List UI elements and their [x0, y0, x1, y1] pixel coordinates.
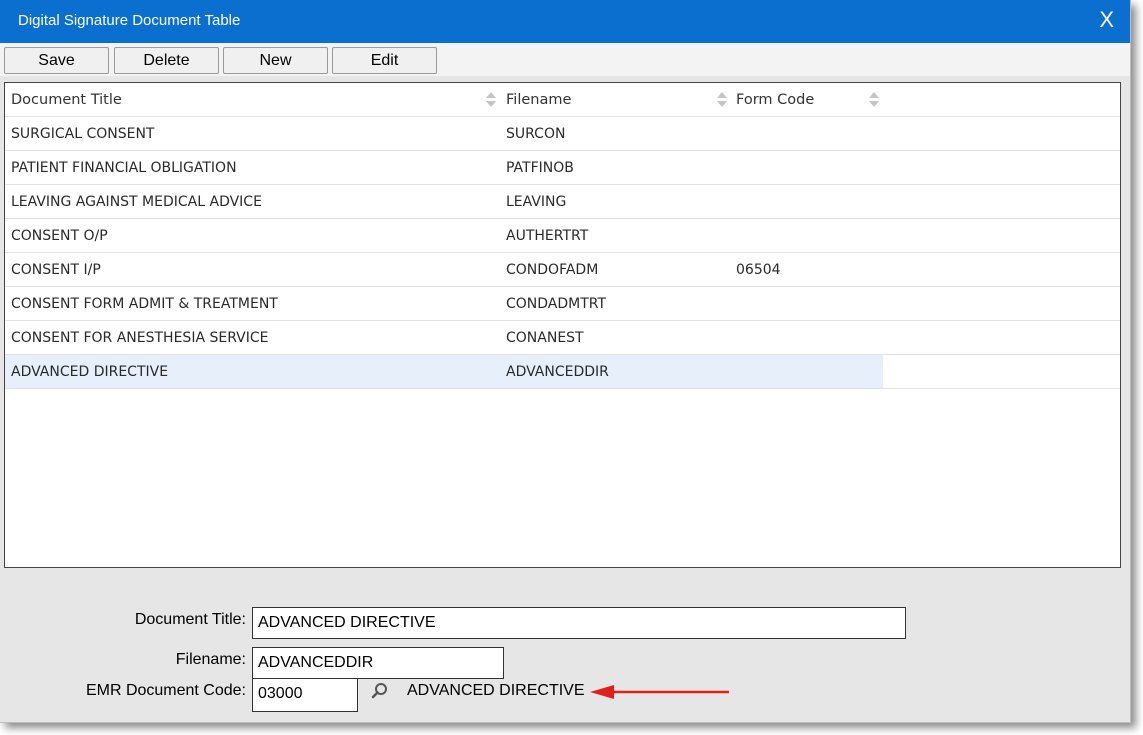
cell-document-title: CONSENT FOR ANESTHESIA SERVICE: [11, 330, 269, 346]
cell-filename: CONANEST: [506, 330, 584, 346]
dialog-window: Digital Signature Document Table X Save …: [0, 0, 1131, 723]
table-row[interactable]: CONSENT I/P CONDOFADM 06504: [5, 253, 1120, 287]
document-title-label: Document Title:: [134, 611, 246, 628]
delete-button[interactable]: Delete: [114, 47, 219, 74]
cell-filename: PATFINOB: [506, 160, 574, 176]
cell-document-title: PATIENT FINANCIAL OBLIGATION: [11, 160, 237, 176]
cell-filename: LEAVING: [506, 194, 567, 210]
cell-filename: CONDADMTRT: [506, 296, 607, 312]
emr-document-code-description: ADVANCED DIRECTIVE: [407, 682, 585, 699]
filename-label: Filename:: [175, 651, 246, 668]
cell-document-title: CONSENT I/P: [11, 262, 101, 278]
table-row-selected[interactable]: ADVANCED DIRECTIVE ADVANCEDDIR: [5, 355, 1120, 389]
save-button[interactable]: Save: [4, 47, 109, 74]
table-row[interactable]: LEAVING AGAINST MEDICAL ADVICE LEAVING: [5, 185, 1120, 219]
cell-filename: ADVANCEDDIR: [506, 364, 609, 380]
column-header-filename[interactable]: Filename: [506, 83, 571, 117]
document-table: Document Title Filename Form Code SURGIC…: [4, 82, 1121, 568]
column-header-document-title[interactable]: Document Title: [11, 83, 122, 117]
emr-document-code-label: EMR Document Code:: [85, 682, 246, 699]
cell-form-code: 06504: [736, 262, 781, 278]
sort-icon[interactable]: [486, 92, 496, 108]
cell-filename: SURCON: [506, 126, 566, 142]
cell-document-title: CONSENT O/P: [11, 228, 108, 244]
cell-filename: AUTHERTRT: [506, 228, 589, 244]
table-row[interactable]: CONSENT FORM ADMIT & TREATMENT CONDADMTR…: [5, 287, 1120, 321]
table-row[interactable]: PATIENT FINANCIAL OBLIGATION PATFINOB: [5, 151, 1120, 185]
filename-input[interactable]: ADVANCEDDIR: [252, 647, 504, 679]
title-bar: Digital Signature Document Table X: [0, 0, 1130, 43]
table-row[interactable]: SURGICAL CONSENT SURCON: [5, 117, 1120, 151]
table-row[interactable]: CONSENT FOR ANESTHESIA SERVICE CONANEST: [5, 321, 1120, 355]
cell-document-title: ADVANCED DIRECTIVE: [11, 364, 169, 380]
table-header: Document Title Filename Form Code: [5, 83, 1120, 117]
document-title-input[interactable]: ADVANCED DIRECTIVE: [252, 607, 906, 639]
window-title: Digital Signature Document Table: [18, 12, 241, 29]
red-arrow-icon: [588, 682, 733, 702]
edit-button[interactable]: Edit: [332, 47, 437, 74]
close-button[interactable]: X: [1099, 7, 1114, 33]
toolbar: Save Delete New Edit: [0, 43, 1130, 76]
cell-document-title: CONSENT FORM ADMIT & TREATMENT: [11, 296, 278, 312]
column-header-form-code[interactable]: Form Code: [736, 83, 814, 117]
emr-document-code-input[interactable]: 03000: [252, 678, 358, 712]
new-button[interactable]: New: [223, 47, 328, 74]
cell-document-title: SURGICAL CONSENT: [11, 126, 155, 142]
table-row[interactable]: CONSENT O/P AUTHERTRT: [5, 219, 1120, 253]
search-icon[interactable]: [370, 681, 390, 701]
sort-icon[interactable]: [717, 92, 727, 108]
cell-document-title: LEAVING AGAINST MEDICAL ADVICE: [11, 194, 262, 210]
sort-icon[interactable]: [869, 92, 879, 108]
cell-filename: CONDOFADM: [506, 262, 599, 278]
